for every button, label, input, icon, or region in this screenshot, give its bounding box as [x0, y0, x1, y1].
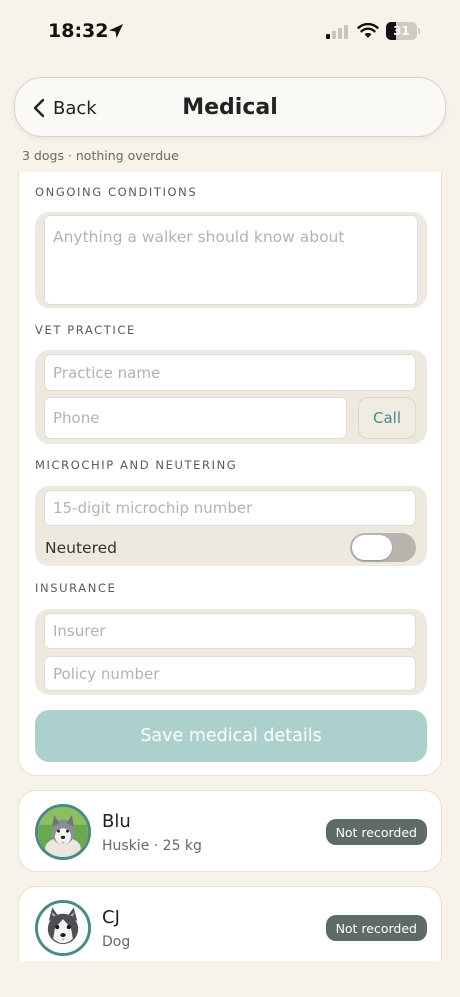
- neutered-toggle[interactable]: [350, 533, 416, 562]
- ongoing-conditions-group: Anything a walker should know about: [35, 212, 427, 308]
- ongoing-conditions-textarea[interactable]: Anything a walker should know about: [44, 215, 418, 305]
- dogs-summary: 3 dogs · nothing overdue: [22, 148, 179, 163]
- wifi-icon: [357, 22, 379, 38]
- medical-form-card: ONGOING CONDITIONS Anything a walker sho…: [18, 172, 442, 776]
- status-badge: Not recorded: [325, 819, 427, 845]
- back-button[interactable]: Back: [33, 78, 97, 138]
- insurance-label: INSURANCE: [35, 581, 117, 595]
- location-arrow-icon: [109, 24, 123, 38]
- vet-practice-group: Practice name Phone Call: [35, 350, 427, 444]
- toggle-knob: [352, 535, 392, 560]
- save-medical-details-button[interactable]: Save medical details: [35, 710, 427, 762]
- back-label: Back: [53, 97, 97, 119]
- battery-icon: 31: [386, 22, 420, 40]
- cellular-signal-icon: [326, 24, 348, 39]
- dog-details: Dog: [102, 934, 131, 950]
- vet-practice-label: VET PRACTICE: [35, 323, 136, 337]
- battery-level: 31: [393, 24, 410, 38]
- insurer-input[interactable]: Insurer: [44, 613, 416, 649]
- dog-name: Blu: [102, 811, 131, 832]
- microchip-label: MICROCHIP AND NEUTERING: [35, 458, 238, 472]
- dog-name: CJ: [102, 907, 120, 928]
- nav-bar: Back Medical: [14, 77, 446, 137]
- status-bar: 18:32 31: [0, 0, 460, 62]
- practice-name-input[interactable]: Practice name: [44, 354, 416, 391]
- dog-card-cj[interactable]: CJ Dog Not recorded: [18, 886, 442, 961]
- policy-number-input[interactable]: Policy number: [44, 656, 416, 691]
- microchip-group: 15-digit microchip number Neutered: [35, 486, 427, 566]
- neutered-label: Neutered: [45, 539, 117, 557]
- chevron-left-icon: [33, 98, 45, 118]
- insurance-group: Insurer Policy number: [35, 609, 427, 695]
- microchip-number-input[interactable]: 15-digit microchip number: [44, 490, 416, 526]
- husky-illustration-icon: [35, 900, 91, 956]
- call-button[interactable]: Call: [358, 397, 416, 439]
- phone-input[interactable]: Phone: [44, 397, 347, 439]
- status-badge: Not recorded: [325, 915, 427, 941]
- status-time: 18:32: [48, 20, 109, 42]
- dog-card-blu[interactable]: Blu Huskie · 25 kg Not recorded: [18, 790, 442, 872]
- dog-details: Huskie · 25 kg: [102, 838, 202, 854]
- ongoing-conditions-label: ONGOING CONDITIONS: [35, 185, 198, 199]
- dog-photo-icon: [35, 804, 91, 860]
